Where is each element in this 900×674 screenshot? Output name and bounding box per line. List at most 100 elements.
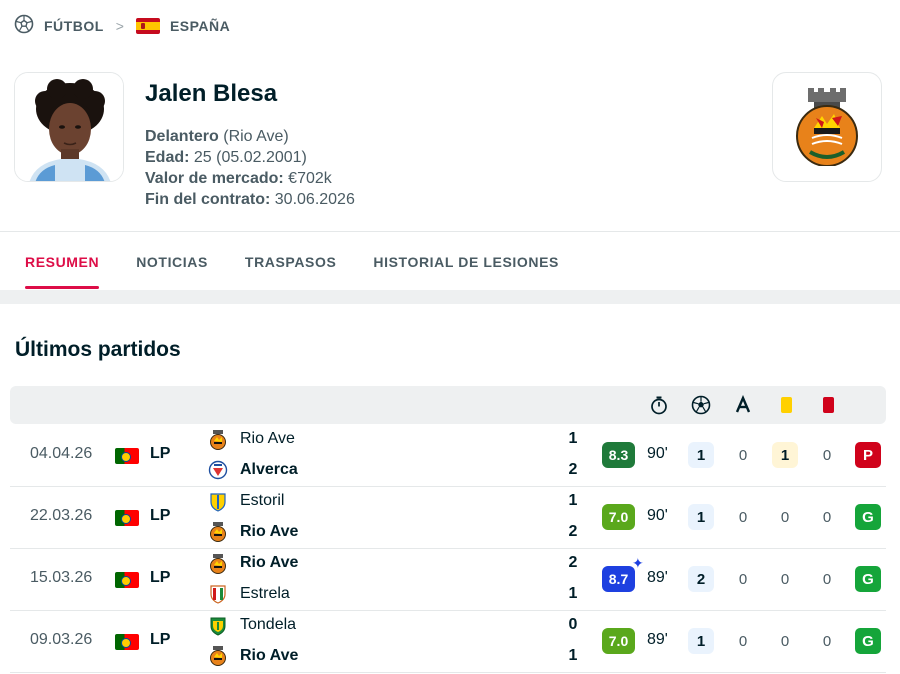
portugal-flag-icon (115, 448, 139, 464)
match-result-badge: G (855, 504, 881, 530)
assists-count: 0 (738, 570, 748, 588)
tab-historial-lesiones[interactable]: HISTORIAL DE LESIONES (373, 240, 559, 289)
red-cards-count: 0 (822, 632, 832, 650)
home-score: 2 (568, 554, 578, 571)
tab-resumen[interactable]: RESUMEN (25, 240, 100, 289)
goals-ball-icon (690, 394, 712, 416)
position-label: Delantero (145, 128, 219, 145)
home-team-logo (208, 616, 228, 636)
portugal-flag-icon (115, 572, 139, 588)
goals-count: 2 (688, 566, 714, 592)
assists-icon (732, 394, 754, 416)
tab-bar: RESUMEN NOTICIAS TRASPASOS HISTORIAL DE … (25, 240, 596, 290)
home-team-name: Rio Ave (240, 554, 299, 571)
age-value: 25 (05.02.2001) (189, 149, 307, 166)
away-score: 2 (568, 523, 578, 540)
away-team-logo (208, 460, 228, 480)
contract-value: 30.06.2026 (270, 191, 355, 208)
player-rating: 8.3 (602, 442, 635, 468)
position-row: Delantero (Rio Ave) (145, 126, 355, 147)
age-row: Edad: 25 (05.02.2001) (145, 147, 355, 168)
player-rating: 7.0 (602, 504, 635, 530)
minutes-played: 90' (647, 507, 668, 524)
away-team-logo (208, 646, 228, 666)
tab-noticias[interactable]: NOTICIAS (136, 240, 208, 289)
home-team-logo (208, 554, 228, 574)
away-team-name: Rio Ave (240, 523, 299, 540)
home-score: 0 (568, 616, 578, 633)
home-score: 1 (568, 492, 578, 509)
away-team-logo (208, 522, 228, 542)
league-label: LP (150, 631, 171, 648)
player-name: Jalen Blesa (145, 80, 278, 107)
match-result-badge: G (855, 628, 881, 654)
match-date: 22.03.26 (30, 507, 93, 524)
tab-traspasos[interactable]: TRASPASOS (245, 240, 337, 289)
portugal-flag-icon (115, 510, 139, 526)
stopwatch-icon (648, 394, 670, 416)
assists-count: 0 (738, 508, 748, 526)
away-team-name: Alverca (240, 461, 298, 478)
match-row[interactable]: 15.03.26 LP Rio Ave Estrela 2 1 8.7 ✦ 89' 2 0 0 0 G (10, 549, 886, 611)
star-icon: ✦ (632, 555, 644, 571)
away-score: 1 (568, 647, 578, 664)
match-date: 15.03.26 (30, 569, 93, 586)
breadcrumb-country-link[interactable]: ESPAÑA (170, 18, 230, 34)
market-value-label: Valor de mercado: (145, 170, 284, 187)
goals-count: 1 (688, 628, 714, 654)
red-cards-count: 0 (822, 508, 832, 526)
yellow-cards-count: 0 (780, 632, 790, 650)
player-photo (14, 72, 124, 182)
match-result-badge: P (855, 442, 881, 468)
home-score: 1 (568, 430, 578, 447)
away-team-name: Rio Ave (240, 647, 299, 664)
red-card-icon (817, 394, 839, 416)
red-cards-count: 0 (822, 446, 832, 464)
minutes-played: 90' (647, 445, 668, 462)
age-label: Edad: (145, 149, 190, 166)
breadcrumb: FÚTBOL > ESPAÑA (14, 14, 230, 38)
match-date: 09.03.26 (30, 631, 93, 648)
market-value-row: Valor de mercado: €702k (145, 168, 355, 189)
match-date: 04.04.26 (30, 445, 93, 462)
away-team-name: Estrela (240, 585, 290, 602)
yellow-cards-count: 1 (772, 442, 798, 468)
away-team-logo (208, 584, 228, 604)
away-score: 1 (568, 585, 578, 602)
assists-count: 0 (738, 446, 748, 464)
match-row[interactable]: 22.03.26 LP Estoril Rio Ave 1 2 7.0 90' 1 0 0 0 G (10, 487, 886, 549)
section-separator (0, 290, 900, 304)
player-info: Delantero (Rio Ave) Edad: 25 (05.02.2001… (145, 126, 355, 210)
match-row[interactable]: 04.04.26 LP Rio Ave Alverca 1 2 8.3 90' 1 0 1 0 P (10, 425, 886, 487)
chevron-right-icon: > (115, 18, 124, 34)
breadcrumb-sport-link[interactable]: FÚTBOL (44, 18, 104, 34)
rio-ave-crest-icon (796, 88, 858, 166)
contract-row: Fin del contrato: 30.06.2026 (145, 189, 355, 210)
home-team-logo (208, 430, 228, 450)
player-rating: 7.0 (602, 628, 635, 654)
club-badge[interactable] (772, 72, 882, 182)
home-team-name: Estoril (240, 492, 285, 509)
position-value: (Rio Ave) (218, 128, 289, 145)
away-score: 2 (568, 461, 578, 478)
tabs-divider (0, 231, 900, 232)
yellow-card-icon (775, 394, 797, 416)
market-value: €702k (283, 170, 332, 187)
goals-count: 1 (688, 504, 714, 530)
league-label: LP (150, 507, 171, 524)
section-title: Últimos partidos (15, 338, 181, 361)
yellow-cards-count: 0 (780, 508, 790, 526)
goals-count: 1 (688, 442, 714, 468)
red-cards-count: 0 (822, 570, 832, 588)
match-result-badge: G (855, 566, 881, 592)
contract-label: Fin del contrato: (145, 191, 271, 208)
home-team-name: Tondela (240, 616, 297, 633)
league-label: LP (150, 569, 171, 586)
minutes-played: 89' (647, 569, 668, 586)
home-team-name: Rio Ave (240, 430, 295, 447)
assists-count: 0 (738, 632, 748, 650)
matches-table-header (10, 386, 886, 424)
player-rating: 8.7 (602, 566, 635, 592)
home-team-logo (208, 492, 228, 512)
match-row[interactable]: 09.03.26 LP Tondela Rio Ave 0 1 7.0 89' 1 0 0 0 G (10, 611, 886, 673)
